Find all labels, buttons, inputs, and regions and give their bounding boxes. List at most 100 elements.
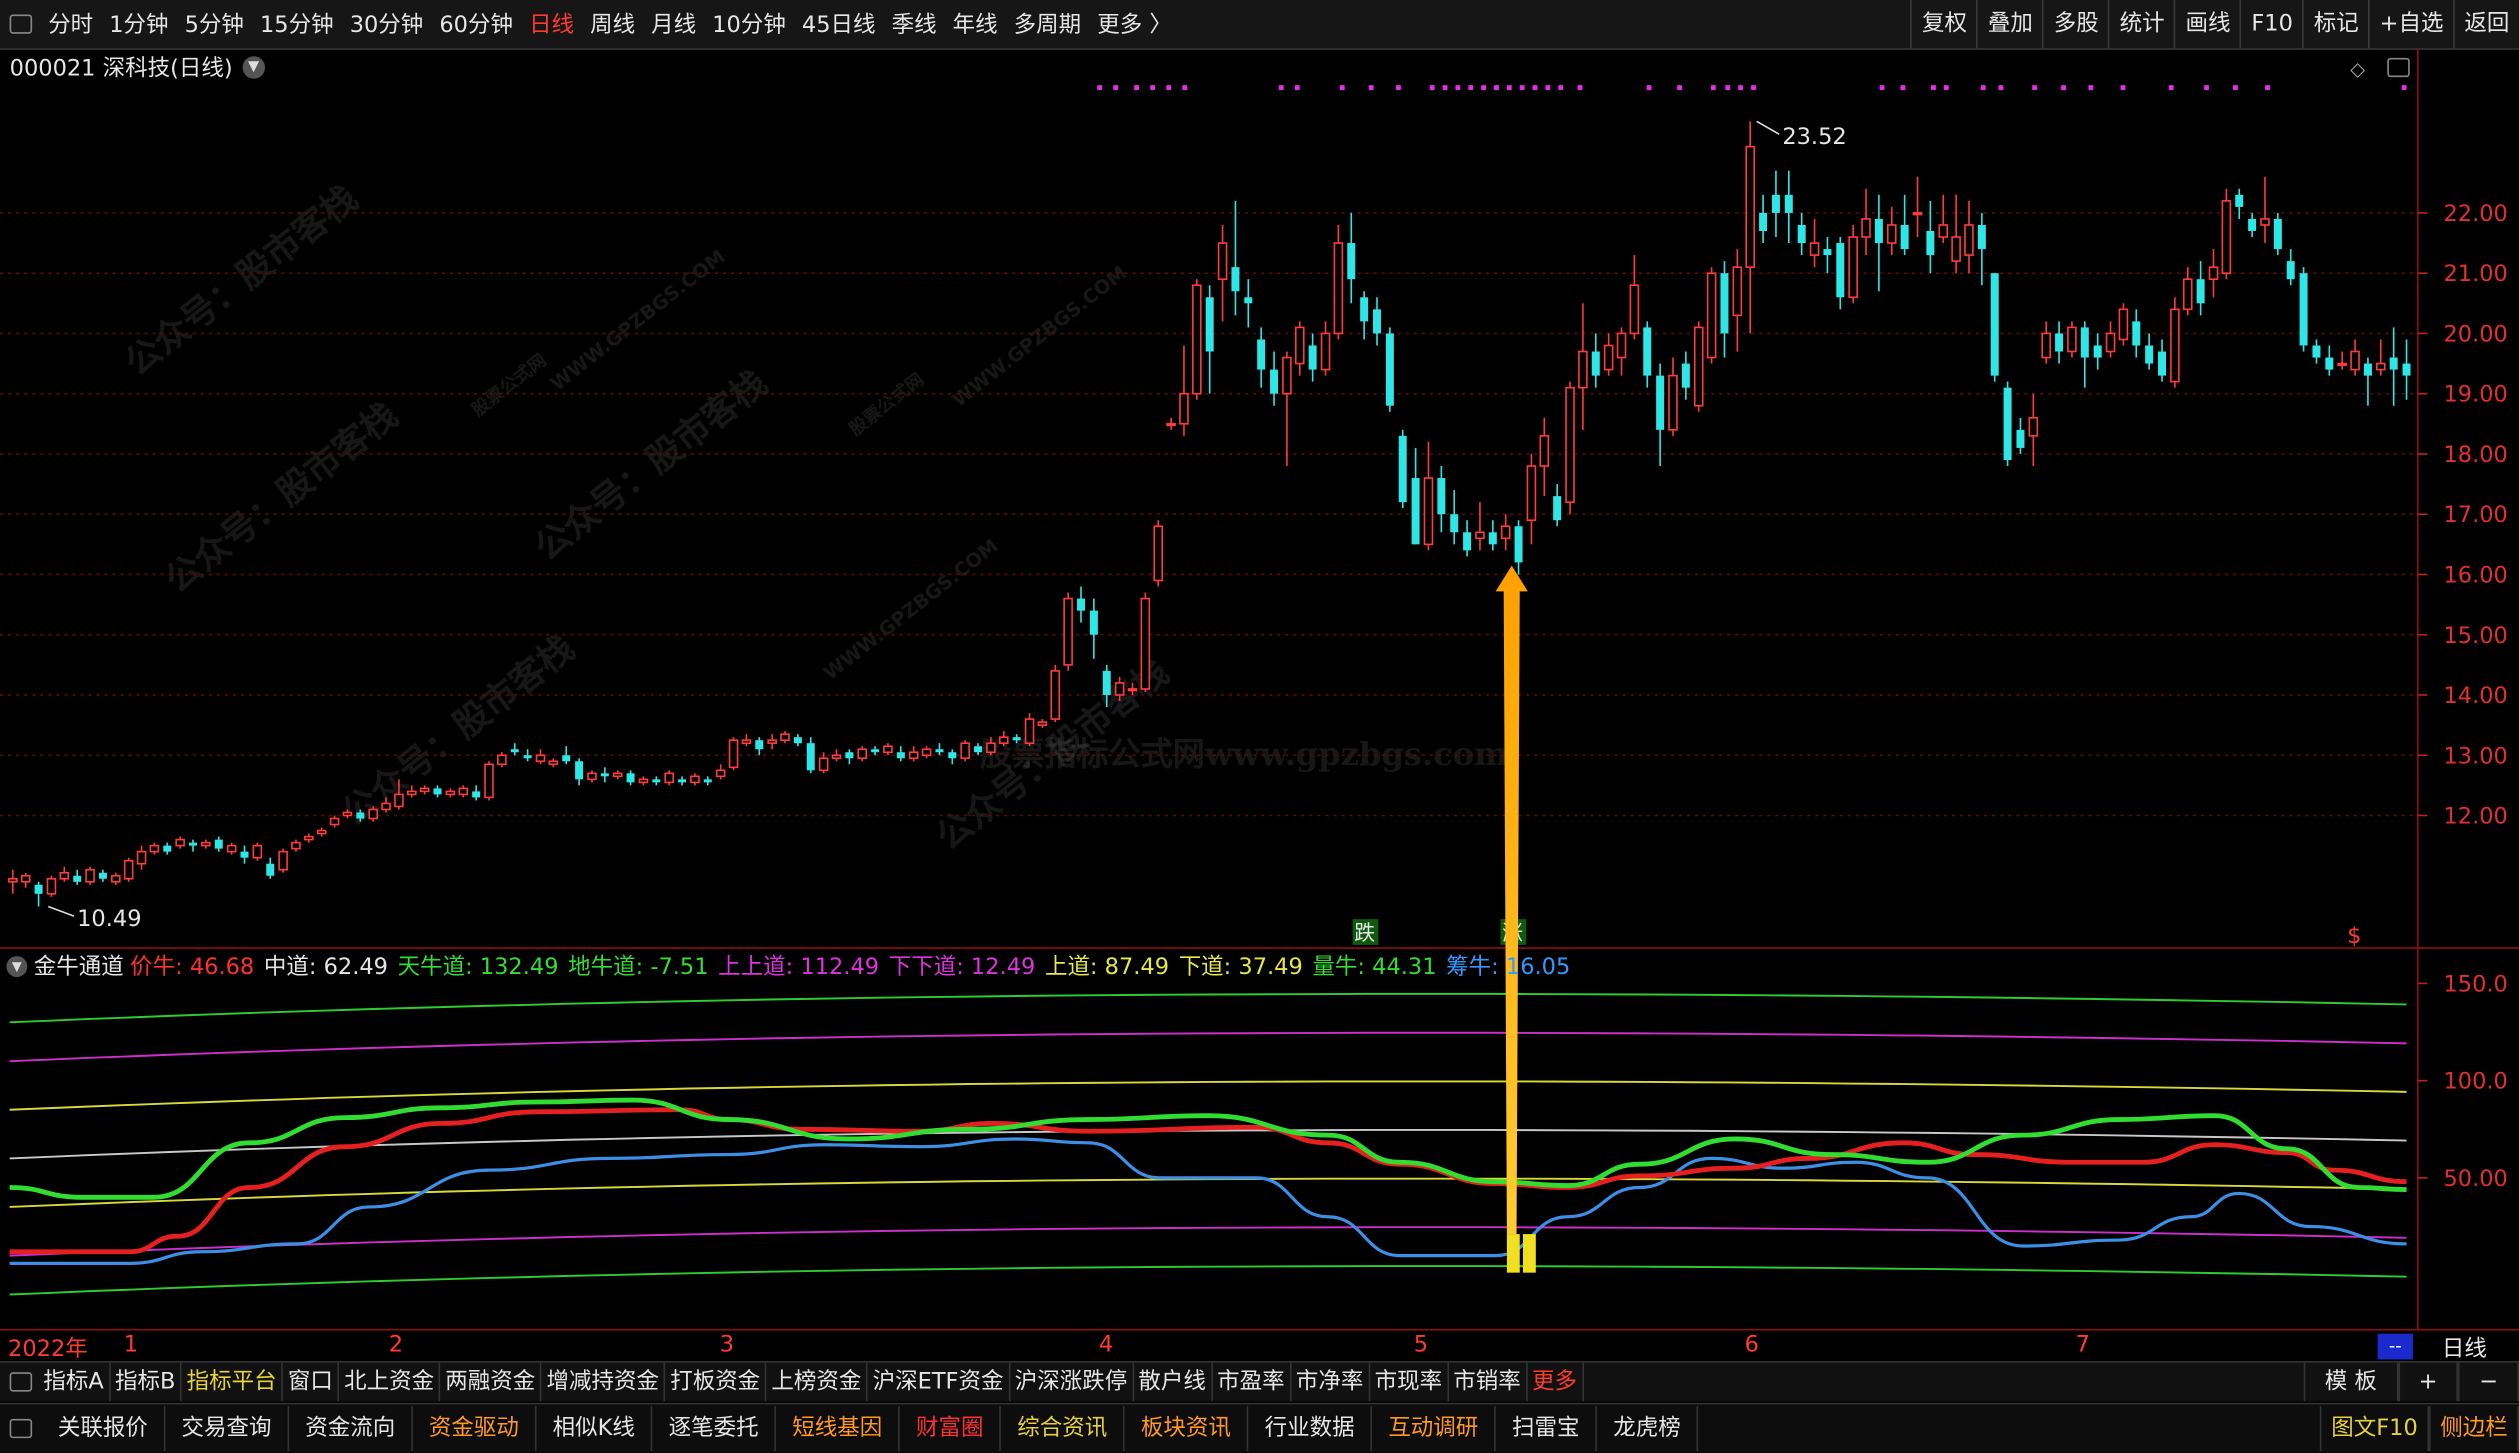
period-tab[interactable]: 1分钟 bbox=[109, 8, 168, 40]
candle-body bbox=[1024, 718, 1035, 744]
candle-body bbox=[1706, 272, 1717, 359]
period-tab-active[interactable]: 日线 bbox=[529, 8, 574, 40]
indicator-tab[interactable]: 指标B bbox=[110, 1362, 182, 1402]
period-tab[interactable]: 45日线 bbox=[802, 8, 876, 40]
candlestick bbox=[1140, 592, 1151, 692]
indicator-tab[interactable]: 市现率 bbox=[1370, 1362, 1449, 1402]
info-tab[interactable]: 综合资讯 bbox=[1001, 1406, 1125, 1452]
draw-line-button[interactable]: 画线 bbox=[2174, 0, 2240, 49]
info-tab[interactable]: 相似K线 bbox=[537, 1406, 653, 1452]
info-tab[interactable]: 逐笔委托 bbox=[653, 1406, 777, 1452]
period-tab[interactable]: 年线 bbox=[953, 8, 998, 40]
indicator-tab[interactable]: 沪深ETF资金 bbox=[868, 1362, 1010, 1402]
info-tab[interactable]: 资金驱动 bbox=[413, 1406, 537, 1452]
indicator-field: 上道: 87.49 bbox=[1044, 954, 1170, 981]
info-tab[interactable]: 资金流向 bbox=[289, 1406, 413, 1452]
indicator-tab[interactable]: 指标平台 bbox=[182, 1362, 284, 1402]
indicator-tab[interactable]: 市净率 bbox=[1291, 1362, 1370, 1402]
more-periods-button[interactable]: 更多 〉 bbox=[1097, 8, 1172, 40]
indicator-name[interactable]: 金牛通道 bbox=[34, 950, 124, 982]
fuquan-button[interactable]: 复权 bbox=[1910, 0, 1977, 49]
chevron-down-icon[interactable]: ▼ bbox=[6, 955, 28, 977]
panel-toggle-icon[interactable] bbox=[2387, 57, 2410, 78]
period-tab[interactable]: 周线 bbox=[590, 8, 635, 40]
period-tab[interactable]: 月线 bbox=[651, 8, 696, 40]
month-label: 2 bbox=[388, 1332, 404, 1358]
signal-dot bbox=[1278, 85, 1284, 90]
candlestick bbox=[1990, 273, 1999, 382]
info-tab[interactable]: 财富圈 bbox=[900, 1406, 1002, 1452]
period-indicator-box[interactable]: -- bbox=[2377, 1333, 2413, 1360]
mark-button[interactable]: 标记 bbox=[2302, 0, 2369, 49]
indicator-tab[interactable]: 两融资金 bbox=[440, 1362, 542, 1402]
info-tab[interactable]: 互动调研 bbox=[1372, 1406, 1496, 1452]
template-control[interactable]: − bbox=[2458, 1362, 2519, 1402]
candlestick bbox=[974, 743, 983, 756]
overlay-button[interactable]: 叠加 bbox=[1976, 0, 2043, 49]
add-watchlist-button[interactable]: +自选 bbox=[2368, 0, 2453, 49]
jia-niu-line bbox=[9, 1107, 2407, 1255]
sidebar-toggle[interactable]: 侧边栏 bbox=[2429, 1406, 2519, 1452]
period-tab[interactable]: 多周期 bbox=[1014, 8, 1081, 40]
info-tab[interactable]: 交易查询 bbox=[165, 1406, 290, 1452]
stats-button[interactable]: 统计 bbox=[2108, 0, 2174, 49]
period-tab[interactable]: 5分钟 bbox=[185, 8, 244, 40]
template-control[interactable]: 模 板 bbox=[2303, 1362, 2398, 1402]
period-tab[interactable]: 季线 bbox=[892, 8, 937, 40]
info-tab[interactable]: 行业数据 bbox=[1249, 1406, 1373, 1452]
period-tab[interactable]: 分时 bbox=[48, 8, 93, 40]
info-tab[interactable]: 短线基因 bbox=[776, 1406, 900, 1452]
indicator-tab[interactable]: 指标A bbox=[39, 1362, 111, 1402]
f10-button[interactable]: F10 bbox=[2240, 0, 2302, 49]
candle-body bbox=[935, 749, 944, 753]
candlestick bbox=[1475, 502, 1485, 551]
period-tab[interactable]: 30分钟 bbox=[350, 8, 424, 40]
indicator-tab[interactable]: 散户线 bbox=[1134, 1362, 1213, 1402]
candlestick bbox=[149, 842, 160, 855]
info-tab[interactable]: 龙虎榜 bbox=[1597, 1406, 1699, 1452]
template-control[interactable]: + bbox=[2397, 1362, 2459, 1402]
candlestick bbox=[2337, 351, 2347, 370]
dollar-signal: $ bbox=[2347, 923, 2361, 949]
candle-body bbox=[1938, 224, 1949, 238]
period-tab[interactable]: 10分钟 bbox=[712, 8, 786, 40]
info-tab[interactable]: 扫雷宝 bbox=[1496, 1406, 1598, 1452]
signal-dot bbox=[1677, 85, 1683, 90]
signal-dot bbox=[1396, 85, 1401, 90]
month-label: 6 bbox=[1744, 1332, 1759, 1358]
indicator-tab[interactable]: 上榜资金 bbox=[767, 1362, 868, 1402]
sidebar-toggle[interactable]: 图文F10 bbox=[2319, 1406, 2430, 1452]
indicator-tab[interactable]: 增减持资金 bbox=[542, 1362, 666, 1402]
indicator-tab[interactable]: 窗口 bbox=[283, 1362, 340, 1402]
candlestick bbox=[1874, 194, 1883, 292]
price-axis: 22.00 21.00 20.00 19.00 18.00 17.00 16.00 15.00… bbox=[2417, 201, 2508, 830]
high-pointer bbox=[1756, 120, 1780, 135]
candlestick bbox=[2402, 339, 2411, 400]
period-label[interactable]: 日线 bbox=[2442, 1332, 2487, 1364]
info-menu-icon[interactable] bbox=[9, 1418, 33, 1439]
candle-body bbox=[1732, 266, 1743, 317]
info-tab[interactable]: 关联报价 bbox=[42, 1406, 166, 1452]
chevron-down-icon[interactable]: ▼ bbox=[242, 56, 265, 79]
info-tab[interactable]: 板块资讯 bbox=[1125, 1406, 1249, 1452]
period-tab[interactable]: 15分钟 bbox=[260, 8, 334, 40]
price-tick-label: 21.00 bbox=[2443, 261, 2507, 287]
candle-body bbox=[2196, 279, 2205, 304]
candlestick bbox=[111, 872, 121, 885]
indicator-menu-icon[interactable] bbox=[9, 1372, 33, 1392]
candlestick bbox=[2260, 176, 2270, 244]
indicator-tab[interactable]: 更多 bbox=[1527, 1362, 1584, 1402]
multi-stock-button[interactable]: 多股 bbox=[2042, 0, 2108, 49]
indicator-tab[interactable]: 北上资金 bbox=[339, 1362, 441, 1402]
back-button[interactable]: 返回 bbox=[2453, 0, 2519, 49]
price-tick-label: 13.00 bbox=[2443, 743, 2507, 769]
candlestick bbox=[2196, 261, 2205, 316]
indicator-tab[interactable]: 沪深涨跌停 bbox=[1010, 1362, 1134, 1402]
diamond-icon[interactable]: ◇ bbox=[2350, 58, 2365, 80]
indicator-tab[interactable]: 市销率 bbox=[1448, 1362, 1528, 1402]
period-tab[interactable]: 60分钟 bbox=[439, 8, 513, 40]
indicator-tab[interactable]: 市盈率 bbox=[1212, 1362, 1292, 1402]
indicator-tab[interactable]: 打板资金 bbox=[665, 1362, 767, 1402]
window-menu-icon[interactable] bbox=[9, 14, 33, 34]
candle-body bbox=[1205, 297, 1214, 352]
